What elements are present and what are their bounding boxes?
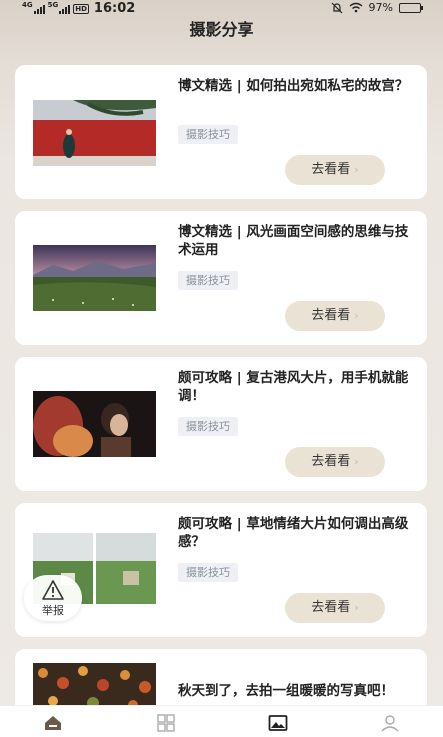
battery-percent: 97% xyxy=(368,1,393,14)
article-title[interactable]: 秋天到了，去拍一组暖暖的写真吧！ xyxy=(178,682,414,700)
article-tag: 摄影技巧 xyxy=(178,125,238,144)
mute-icon xyxy=(331,2,342,13)
go-see-label: 去看看 xyxy=(311,308,351,323)
article-tag: 摄影技巧 xyxy=(178,271,238,290)
article-tag: 摄影技巧 xyxy=(178,417,238,436)
article-thumbnail xyxy=(33,100,156,166)
chevron-right-icon: › xyxy=(354,601,359,614)
network-type-1: 4G xyxy=(22,0,33,9)
tab-gallery[interactable] xyxy=(268,714,288,732)
article-title[interactable]: 博文精选 | 风光画面空间感的思维与技术运用 xyxy=(178,223,414,259)
signal-icon xyxy=(33,4,45,14)
article-tag: 摄影技巧 xyxy=(178,563,238,582)
go-see-label: 去看看 xyxy=(311,600,351,615)
tab-grid[interactable] xyxy=(156,714,176,732)
user-icon xyxy=(381,715,399,732)
status-time: 16:02 xyxy=(93,1,136,16)
go-see-button[interactable]: 去看看 › xyxy=(285,447,385,477)
home-icon xyxy=(45,716,61,730)
chevron-right-icon: › xyxy=(354,455,359,468)
status-left: 4G 5G HD 16:02 xyxy=(22,0,136,17)
wifi-icon xyxy=(349,2,362,13)
article-card[interactable]: 博文精选 | 如何拍出宛如私宅的故宫？ 摄影技巧 去看看 › xyxy=(15,65,427,199)
report-label: 举报 xyxy=(42,604,64,617)
signal-icon xyxy=(59,4,71,14)
go-see-button[interactable]: 去看看 › xyxy=(285,593,385,623)
bottom-tab-bar xyxy=(0,705,443,737)
warning-icon xyxy=(42,580,64,600)
article-card[interactable]: 博文精选 | 风光画面空间感的思维与技术运用 摄影技巧 去看看 › xyxy=(15,211,427,345)
battery-icon xyxy=(399,2,423,13)
article-title[interactable]: 颇可攻略 | 草地情绪大片如何调出高级感？ xyxy=(178,515,414,551)
article-card[interactable]: 颇可攻略 | 复古港风大片，用手机就能调！ 摄影技巧 去看看 › xyxy=(15,357,427,491)
article-thumbnail xyxy=(33,391,156,457)
status-right: 97% xyxy=(331,1,423,14)
tab-profile[interactable] xyxy=(380,714,400,732)
article-thumbnail xyxy=(33,245,156,311)
article-title[interactable]: 颇可攻略 | 复古港风大片，用手机就能调！ xyxy=(178,369,414,405)
grid-icon xyxy=(157,714,175,732)
chevron-right-icon: › xyxy=(354,163,359,176)
chevron-right-icon: › xyxy=(354,309,359,322)
go-see-button[interactable]: 去看看 › xyxy=(285,155,385,185)
go-see-label: 去看看 xyxy=(311,162,351,177)
image-icon xyxy=(268,715,288,731)
go-see-button[interactable]: 去看看 › xyxy=(285,301,385,331)
article-title[interactable]: 博文精选 | 如何拍出宛如私宅的故宫？ xyxy=(178,77,414,95)
tab-home[interactable] xyxy=(43,714,63,732)
hd-icon: HD xyxy=(73,3,89,14)
page-title: 摄影分享 xyxy=(189,20,254,39)
go-see-label: 去看看 xyxy=(311,454,351,469)
network-type-2: 5G xyxy=(47,0,59,9)
report-button[interactable]: 举报 xyxy=(24,575,82,621)
